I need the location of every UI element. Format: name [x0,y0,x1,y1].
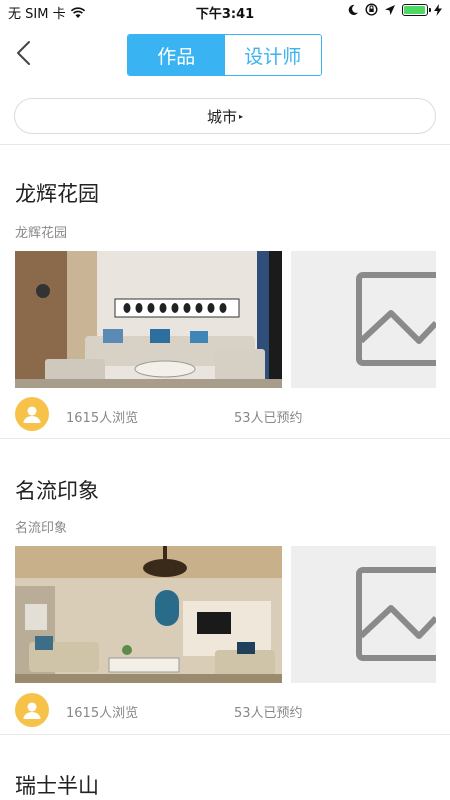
project-title: 龙辉花园 [15,182,99,206]
caret-right-icon: ▸ [239,111,244,121]
avatar[interactable] [15,693,49,727]
location-arrow-icon [385,4,395,15]
tab-designers[interactable]: 设计师 [224,35,321,75]
segmented-control: 作品 设计师 [127,34,322,76]
city-filter-label: 城市 [206,107,237,126]
chevron-left-icon [17,41,30,65]
moon-icon [348,4,358,15]
image-placeholder [291,546,436,683]
project-title: 瑞士半山 [15,774,99,798]
view-count: 1615人浏览 [66,411,139,426]
booking-count: 53人已预约 [234,411,303,426]
project-title: 名流印象 [15,479,99,503]
project-card[interactable]: 瑞士半山 [0,735,450,800]
city-filter-button[interactable]: 城市 ▸ [14,98,436,134]
user-icon [23,406,41,423]
status-bar: 无 SIM 卡 下午3:41 [0,0,450,22]
back-button[interactable] [6,34,40,72]
living-room-photo-image [15,251,282,388]
living-room-photo-image [15,546,282,683]
image-placeholder-icon [356,272,436,366]
project-subtitle: 龙辉花园 [15,226,68,241]
card-divider [0,438,450,439]
booking-count: 53人已预约 [234,706,303,721]
project-card[interactable]: 名流印象 名流印象 1615人浏览 53人已预约 [0,440,450,735]
status-right [347,3,442,16]
image-placeholder-icon [356,567,436,661]
project-photo[interactable] [15,546,282,683]
tab-works[interactable]: 作品 [128,35,225,75]
project-subtitle: 名流印象 [15,521,68,536]
view-count: 1615人浏览 [66,706,139,721]
image-placeholder [291,251,436,388]
charging-bolt-icon [434,3,442,16]
project-card[interactable]: 龙辉花园 龙辉花园 1615人浏览 53人已预约 [0,145,450,439]
battery-icon [402,3,431,16]
orientation-lock-icon [365,3,378,16]
user-icon [23,702,41,719]
battery-fill [404,5,425,14]
project-photo[interactable] [15,251,282,388]
avatar[interactable] [15,397,49,431]
nav-bar: 作品 设计师 [0,22,450,88]
